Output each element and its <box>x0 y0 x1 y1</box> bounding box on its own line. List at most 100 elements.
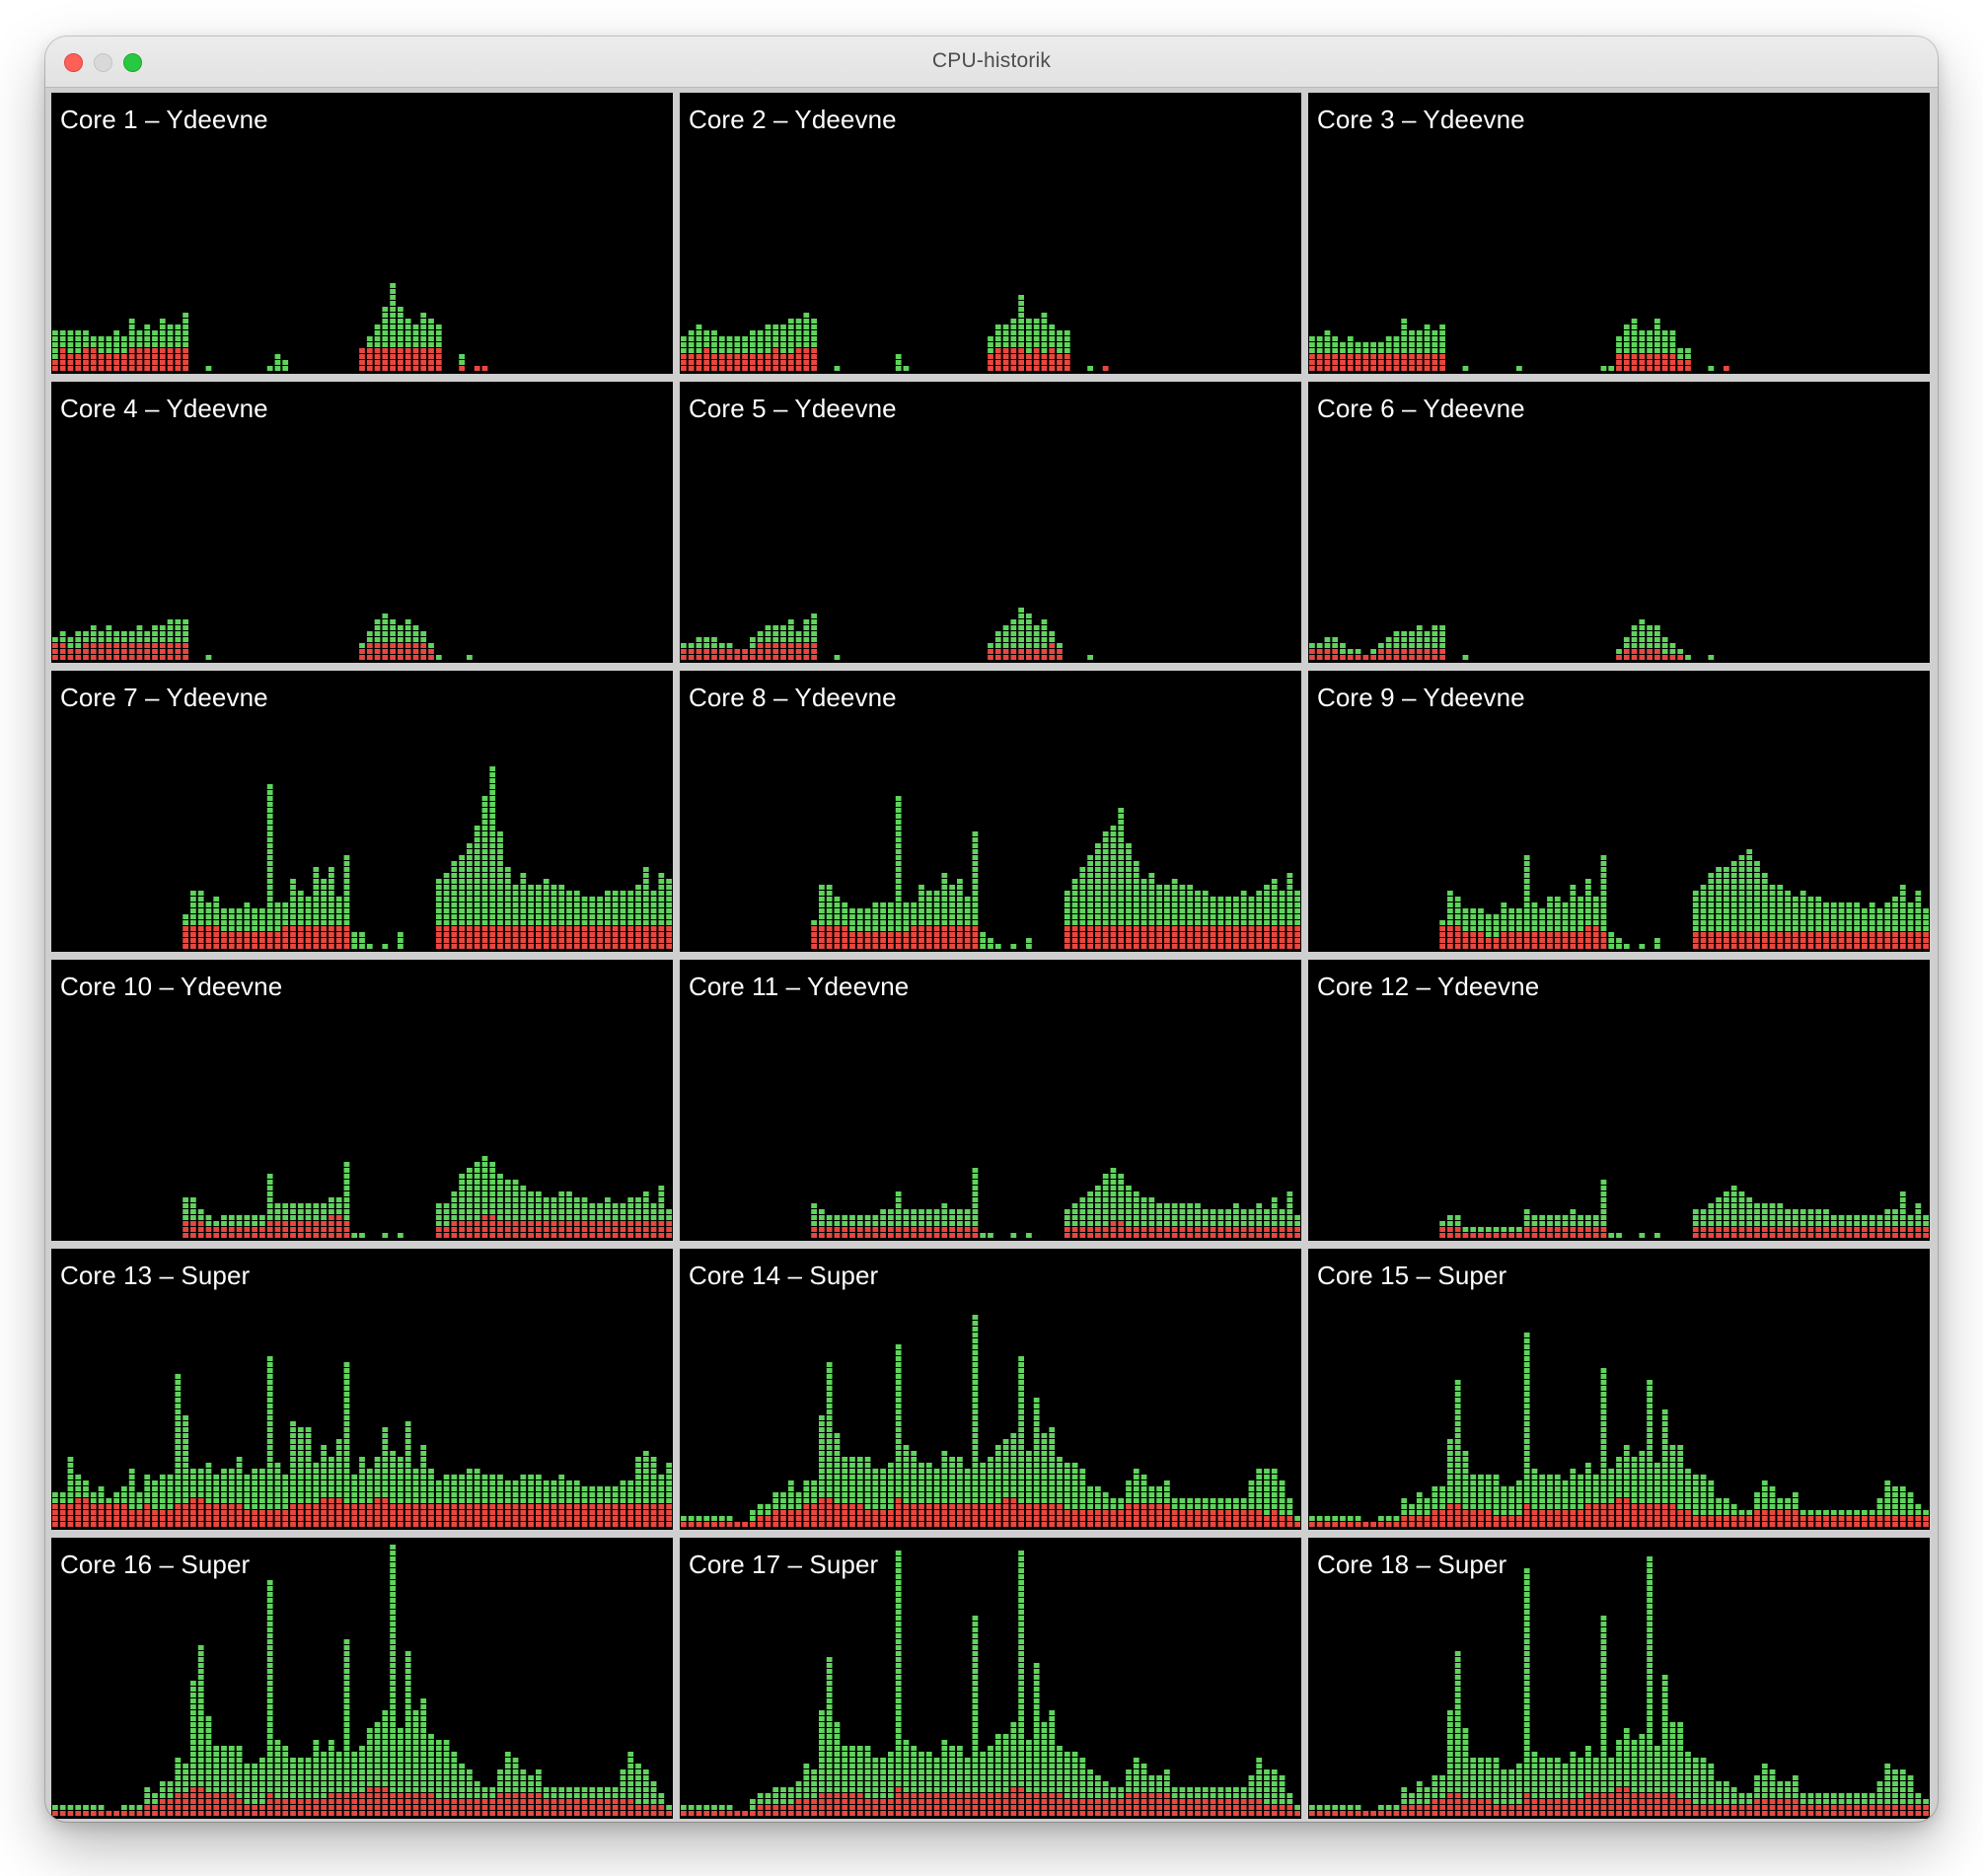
user-load-segment <box>1347 342 1354 347</box>
system-load-segment <box>1240 944 1247 949</box>
user-load-segment <box>329 1475 334 1479</box>
core-panel-2: Core 2 – Ydeevne <box>680 93 1301 374</box>
user-load-segment <box>382 1427 389 1432</box>
user-load-segment <box>128 325 135 329</box>
system-load-segment <box>811 354 817 359</box>
system-load-segment <box>627 1221 634 1226</box>
user-load-segment <box>558 1209 565 1214</box>
user-load-segment <box>183 1469 188 1474</box>
user-load-segment <box>566 1215 572 1220</box>
user-load-segment <box>780 1504 786 1509</box>
user-load-segment <box>925 908 932 913</box>
system-load-segment <box>1439 649 1445 654</box>
user-load-segment <box>351 1498 358 1503</box>
user-load-segment <box>1002 625 1009 630</box>
user-load-segment <box>183 1445 188 1450</box>
user-load-segment <box>826 891 833 896</box>
system-load-segment <box>305 926 312 931</box>
system-load-segment <box>228 1227 235 1232</box>
user-load-segment <box>213 1498 220 1503</box>
system-load-segment <box>842 938 848 943</box>
system-load-segment <box>190 944 196 949</box>
system-load-segment <box>159 348 166 353</box>
system-load-segment <box>787 1516 794 1521</box>
user-load-segment <box>949 885 955 890</box>
user-load-segment <box>1401 336 1408 341</box>
user-load-segment <box>404 336 411 341</box>
user-load-segment <box>994 325 1001 329</box>
user-load-segment <box>1539 914 1546 919</box>
user-load-segment <box>1585 1221 1591 1226</box>
system-load-segment <box>1730 1227 1737 1232</box>
user-load-segment <box>1087 885 1093 890</box>
user-load-segment <box>1164 908 1170 913</box>
user-load-segment <box>67 342 74 347</box>
system-load-segment <box>718 354 725 359</box>
system-load-segment <box>167 366 174 371</box>
user-load-segment <box>1340 348 1346 353</box>
system-load-segment <box>335 1233 342 1238</box>
user-load-segment <box>366 631 373 636</box>
user-load-segment <box>366 342 373 347</box>
user-load-segment <box>933 914 940 919</box>
user-load-segment <box>205 366 212 371</box>
system-load-segment <box>711 354 717 359</box>
user-load-segment <box>642 897 649 902</box>
system-load-segment <box>1071 1227 1078 1232</box>
system-load-segment <box>1195 944 1201 949</box>
user-load-segment <box>404 1498 411 1503</box>
user-load-segment <box>1830 1215 1837 1220</box>
user-load-segment <box>390 1475 396 1479</box>
user-load-segment <box>106 631 112 636</box>
user-load-segment <box>489 891 496 896</box>
user-load-segment <box>1854 1221 1860 1226</box>
system-load-segment <box>1064 354 1070 359</box>
system-load-segment <box>1164 932 1170 937</box>
system-load-segment <box>1187 926 1194 931</box>
system-load-segment <box>136 643 143 648</box>
system-load-segment <box>1233 1227 1239 1232</box>
system-load-segment <box>826 1516 833 1521</box>
user-load-segment <box>1079 873 1086 878</box>
user-load-segment <box>1738 879 1745 884</box>
user-load-segment <box>467 891 473 896</box>
user-load-segment <box>459 1191 465 1196</box>
user-load-segment <box>390 295 396 300</box>
user-load-segment <box>1133 867 1139 872</box>
user-load-segment <box>750 348 756 353</box>
system-load-segment <box>750 649 756 654</box>
user-load-segment <box>1539 1215 1546 1220</box>
user-load-segment <box>1785 926 1791 931</box>
system-load-segment <box>282 938 289 943</box>
user-load-segment <box>467 879 473 884</box>
user-load-segment <box>497 897 503 902</box>
system-load-segment <box>757 655 764 660</box>
system-load-segment <box>259 1227 265 1232</box>
user-load-segment <box>581 902 588 907</box>
system-load-segment <box>627 1227 634 1232</box>
user-load-segment <box>1761 1221 1768 1226</box>
user-load-segment <box>1316 342 1323 347</box>
user-load-segment <box>1830 1221 1837 1226</box>
system-load-segment <box>1761 1233 1768 1238</box>
system-load-segment <box>183 366 188 371</box>
system-load-segment <box>988 655 993 660</box>
system-load-segment <box>1347 655 1354 660</box>
system-load-segment <box>1562 1227 1569 1232</box>
user-load-segment <box>1823 920 1829 925</box>
system-load-segment <box>244 1227 251 1232</box>
user-load-segment <box>489 849 496 854</box>
user-load-segment <box>106 348 112 353</box>
user-load-segment <box>1554 1215 1561 1220</box>
user-load-segment <box>159 1492 166 1497</box>
system-load-segment <box>274 1516 281 1521</box>
system-load-segment <box>236 1504 243 1509</box>
user-load-segment <box>1869 914 1875 919</box>
system-load-segment <box>1846 938 1853 943</box>
system-load-segment <box>895 938 902 943</box>
system-load-segment <box>136 366 143 371</box>
user-load-segment <box>374 1463 381 1468</box>
user-load-segment <box>1217 1209 1224 1214</box>
system-load-segment <box>259 944 265 949</box>
user-load-segment <box>787 1498 794 1503</box>
